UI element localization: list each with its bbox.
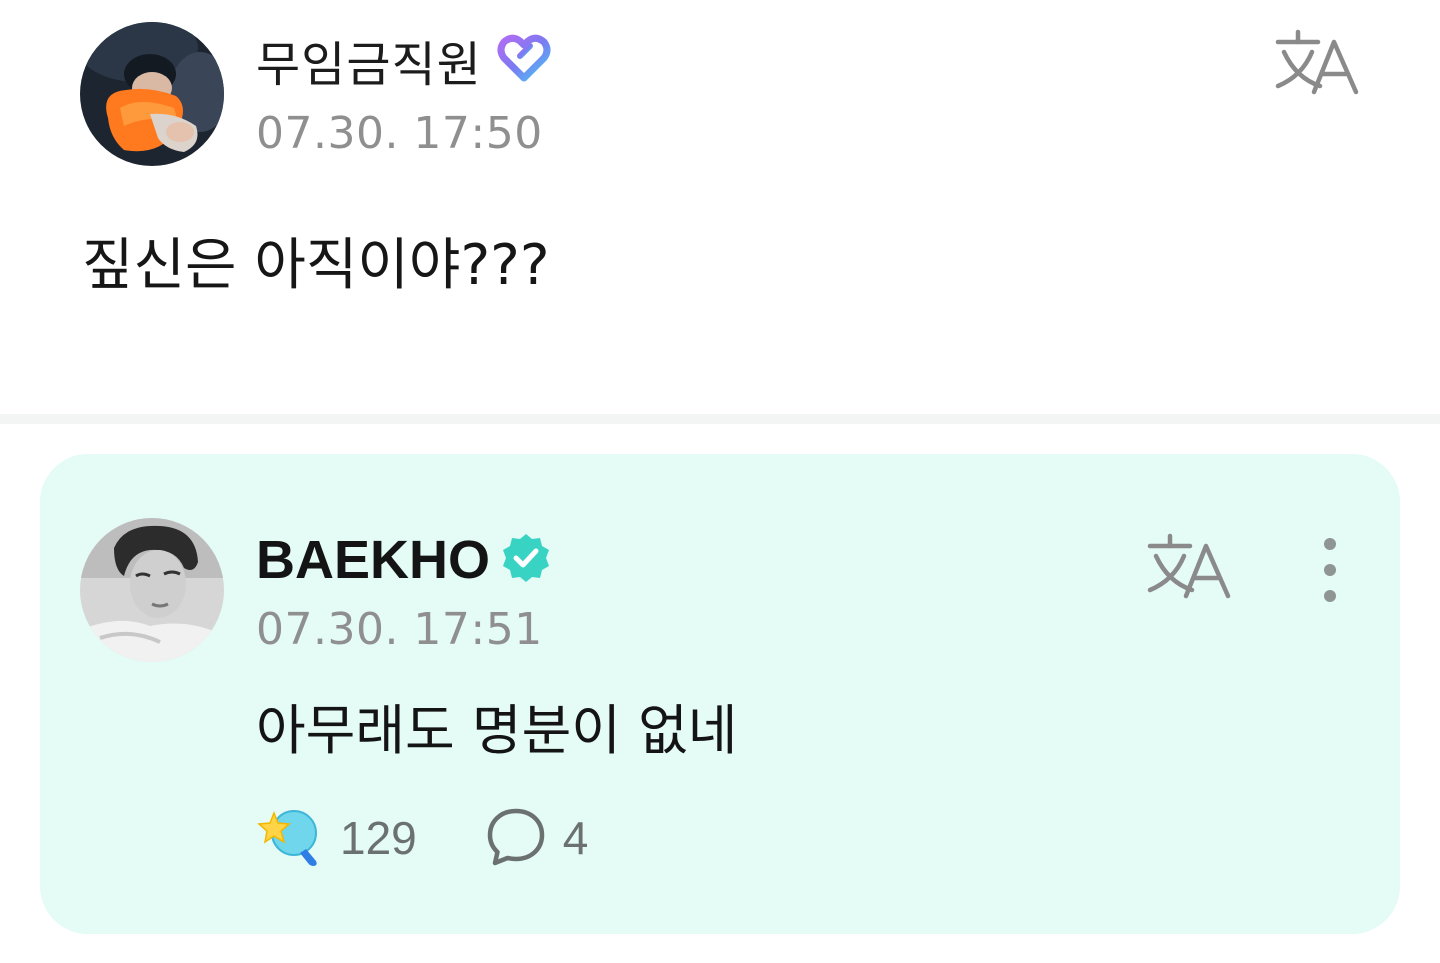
membership-heart-badge-icon xyxy=(496,32,552,88)
translate-icon[interactable] xyxy=(1146,532,1232,602)
artist-reply-time: 07.30. 17:51 xyxy=(256,604,543,655)
artist-reply-body: 아무래도 명분이 없네 xyxy=(256,699,738,762)
more-vertical-icon xyxy=(1324,538,1336,550)
like-button[interactable]: 129 xyxy=(256,805,417,871)
fan-post: 무임금직원 07.30. 17:50 짚신은 아직이야??? xyxy=(0,0,1440,414)
artist-username[interactable]: BAEKHO xyxy=(256,529,490,591)
reply-stats: 129 4 xyxy=(256,802,656,874)
fan-post-body: 짚신은 아직이야??? xyxy=(82,233,550,298)
section-divider xyxy=(0,414,1440,424)
artist-name-row: BAEKHO xyxy=(256,528,552,592)
fan-name-row: 무임금직원 xyxy=(256,25,552,95)
more-vertical-icon-dot xyxy=(1324,590,1336,602)
comment-button[interactable]: 4 xyxy=(485,805,589,871)
verified-check-icon xyxy=(500,532,552,588)
speech-bubble-icon xyxy=(485,805,547,871)
like-count: 129 xyxy=(340,812,417,864)
comment-count: 4 xyxy=(562,812,589,864)
artist-reply-card: BAEKHO 07.30. 17:51 아무래도 명분이 없네 129 4 xyxy=(40,454,1400,934)
more-vertical-icon-dot xyxy=(1324,564,1336,576)
fan-avatar[interactable] xyxy=(80,22,224,166)
translate-icon[interactable] xyxy=(1274,28,1360,98)
fan-post-time: 07.30. 17:50 xyxy=(256,108,543,159)
star-lightstick-icon xyxy=(256,805,324,871)
more-options-button[interactable] xyxy=(1312,538,1348,602)
artist-avatar[interactable] xyxy=(80,518,224,662)
fan-username[interactable]: 무임금직원 xyxy=(256,25,482,95)
